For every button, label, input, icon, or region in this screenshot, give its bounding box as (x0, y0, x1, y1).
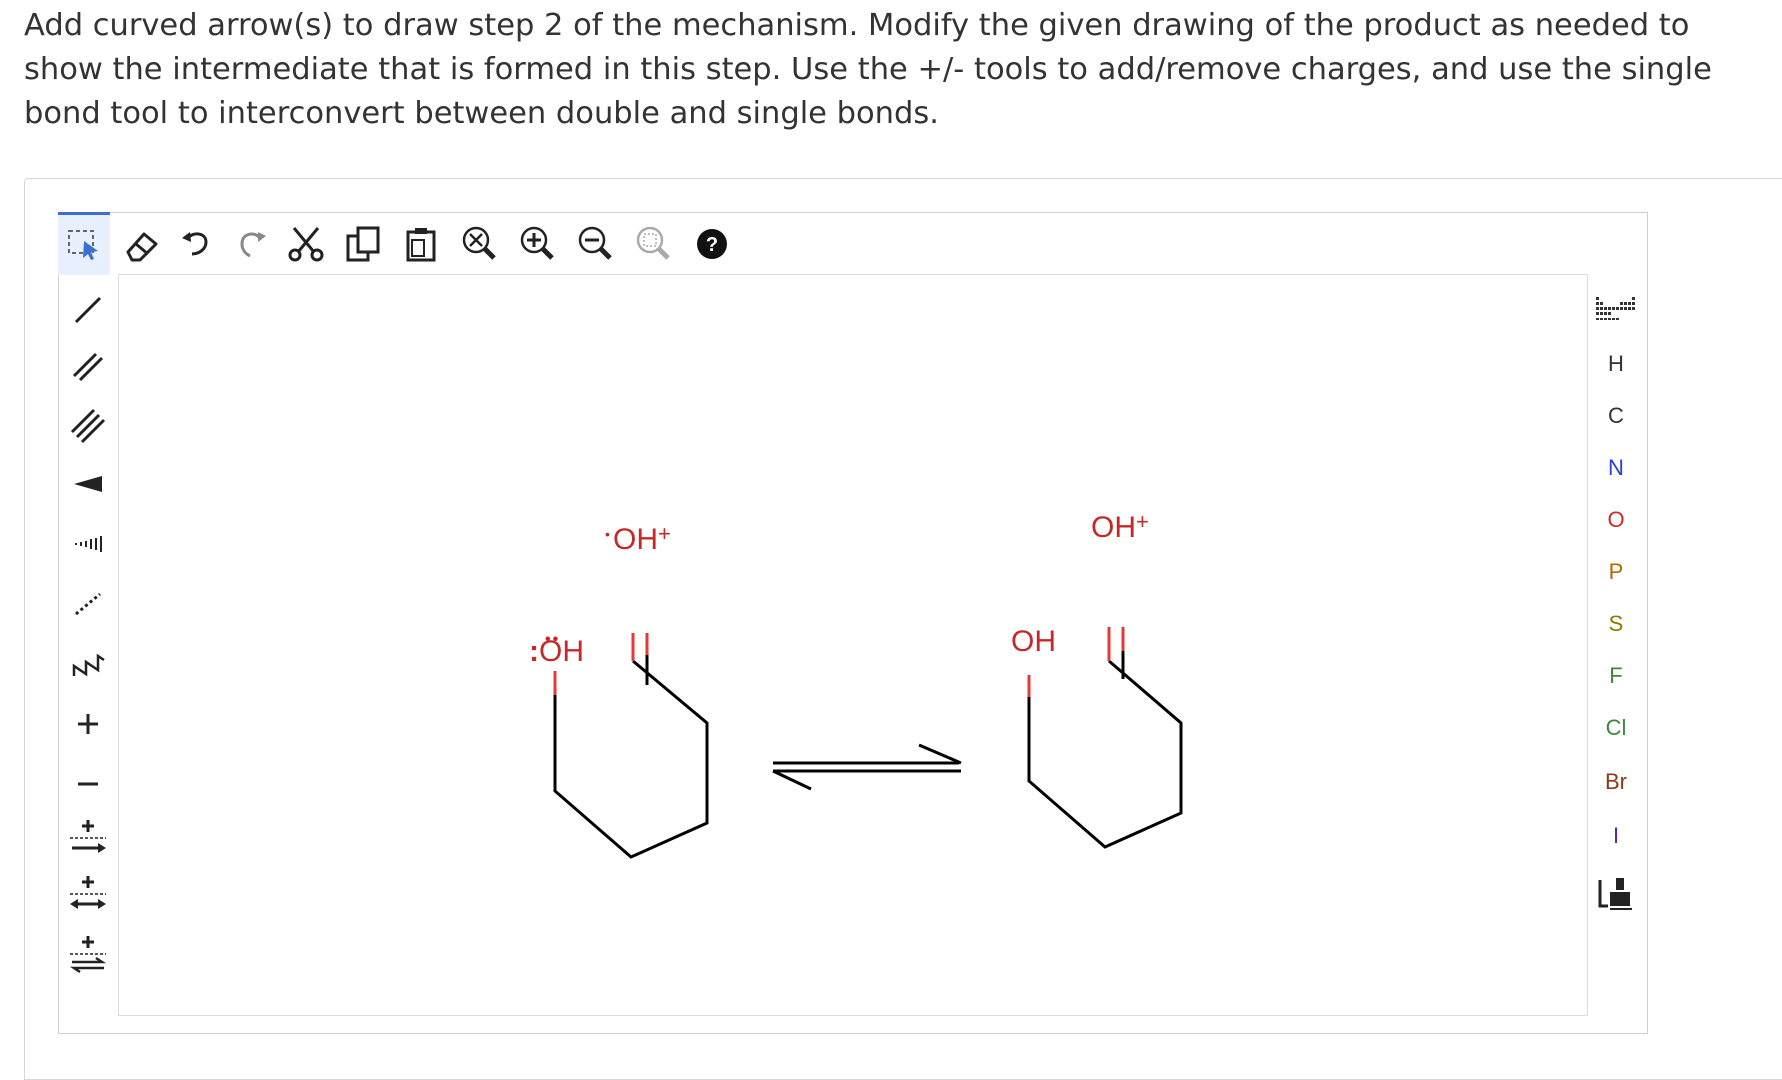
product-oxonium-label: OH (1091, 511, 1136, 544)
select-tool-button[interactable] (58, 212, 110, 275)
zoom-in-button[interactable] (512, 214, 564, 274)
zoom-out-icon (578, 226, 612, 260)
element-label: S (1608, 611, 1624, 636)
zoom-out-button[interactable] (570, 214, 622, 274)
redo-icon (240, 232, 266, 258)
element-button-s[interactable]: S (1586, 596, 1646, 652)
element-label: N (1608, 455, 1624, 480)
wedge-bond-icon (74, 476, 102, 492)
template-button[interactable] (1586, 864, 1646, 920)
element-button-f[interactable]: F (1586, 648, 1646, 704)
eraser-button[interactable] (116, 214, 168, 274)
triple-bond-button[interactable] (58, 396, 118, 452)
eraser-icon (126, 232, 158, 262)
dashed-bond-icon (75, 592, 101, 616)
help-label: ? (706, 234, 718, 256)
element-button-cl[interactable]: Cl (1586, 700, 1646, 756)
reaction-arrow-icon (70, 876, 106, 909)
zoom-fit-button[interactable] (454, 214, 506, 274)
plus-charge-button[interactable] (58, 696, 118, 752)
cut-icon (288, 227, 324, 262)
minus-charge-icon (78, 782, 98, 786)
dashed-bond-button[interactable] (58, 576, 118, 632)
product-oxonium[interactable]: OH+ (1091, 509, 1149, 544)
periodic-table-button[interactable] (1586, 280, 1646, 336)
undo-icon (182, 232, 208, 256)
equilibrium-arrow (772, 743, 962, 791)
select-tool-icon (68, 230, 98, 260)
zoom-select-icon (636, 226, 670, 260)
redo-button[interactable] (226, 214, 278, 274)
double-bond-icon (72, 352, 104, 382)
reaction-arrow-button[interactable] (58, 866, 118, 922)
element-button-i[interactable]: I (1586, 808, 1646, 864)
undo-button[interactable] (172, 214, 224, 274)
element-label: Br (1605, 769, 1627, 794)
element-label: Cl (1605, 715, 1627, 740)
radical-arrow-icon (70, 820, 106, 853)
element-label: O (1607, 507, 1625, 532)
top-toolbar: ? (58, 212, 1578, 280)
help-button[interactable]: ? (686, 214, 738, 274)
paste-button[interactable] (396, 214, 448, 274)
product-hydroxyl[interactable]: OH (1011, 627, 1056, 657)
plus-charge-icon (78, 714, 98, 734)
copy-icon (346, 226, 380, 262)
left-toolbar (58, 280, 118, 1010)
element-label: I (1612, 823, 1620, 848)
paste-icon (406, 228, 436, 262)
product-skeleton (1027, 659, 1183, 849)
element-button-br[interactable]: Br (1586, 754, 1646, 810)
equilibrium-arrow-icon (69, 936, 107, 974)
drawing-canvas[interactable]: : •• OH • OH+ OH OH+ (118, 274, 1588, 1016)
product-oxonium-charge: + (1136, 509, 1149, 534)
zoom-in-icon (520, 226, 554, 260)
single-bond-icon (74, 296, 102, 324)
lone-pair-left: : (529, 635, 539, 668)
element-label: C (1608, 403, 1624, 428)
element-button-p[interactable]: P (1586, 544, 1646, 600)
zoom-select-button[interactable] (628, 214, 680, 274)
reactant-oxonium[interactable]: • OH+ (605, 521, 671, 556)
reactant-oxonium-charge: + (658, 521, 671, 546)
triple-bond-icon (70, 408, 106, 444)
copy-button[interactable] (338, 214, 390, 274)
right-toolbar: H C N O P S F Cl Br I (1586, 280, 1646, 1010)
wedge-bond-button[interactable] (58, 456, 118, 512)
zoom-fit-icon (462, 226, 496, 260)
hash-bond-button[interactable] (58, 516, 118, 572)
lone-pair-top-marker: •• (545, 631, 561, 648)
reactant-oxonium-label: OH (613, 523, 658, 556)
chain-icon (72, 653, 105, 677)
cut-button[interactable] (280, 214, 332, 274)
element-button-o[interactable]: O (1586, 492, 1646, 548)
element-button-h[interactable]: H (1586, 336, 1646, 392)
single-bond-button[interactable] (58, 282, 118, 338)
minus-charge-button[interactable] (58, 754, 118, 810)
equilibrium-arrow-button[interactable] (58, 926, 118, 982)
reactant-skeleton (553, 659, 709, 859)
reactant-hydroxyl-label: •• OH (539, 631, 584, 668)
hash-bond-icon (75, 536, 102, 552)
question-text: Add curved arrow(s) to draw step 2 of th… (24, 8, 1712, 131)
radical-dot: • (605, 526, 610, 542)
molecule-drawing (553, 627, 1183, 859)
double-bond-button[interactable] (58, 338, 118, 394)
product-hydroxyl-label: OH (1011, 625, 1056, 658)
element-label: F (1609, 663, 1623, 688)
element-button-n[interactable]: N (1586, 440, 1646, 496)
chain-button[interactable] (58, 636, 118, 692)
template-icon (1598, 878, 1632, 910)
periodic-table-icon (1596, 297, 1635, 320)
help-icon: ? (697, 229, 727, 259)
reactant-hydroxyl[interactable]: : •• OH (529, 631, 584, 668)
element-label: H (1608, 351, 1624, 376)
element-label: P (1608, 559, 1624, 584)
radical-arrow-button[interactable] (58, 810, 118, 866)
element-button-c[interactable]: C (1586, 388, 1646, 444)
